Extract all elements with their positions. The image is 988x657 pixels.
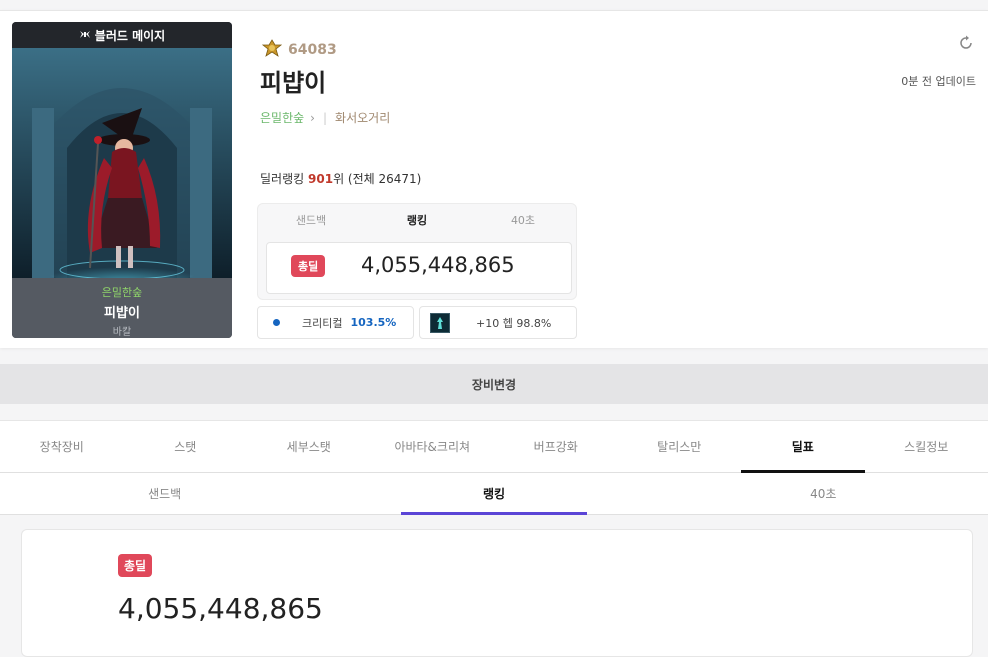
sub-tabs: 샌드백 랭킹 40초 xyxy=(0,473,988,515)
tab-damage-table[interactable]: 딜표 xyxy=(741,421,865,473)
wing-icon xyxy=(79,28,91,42)
adventure-info: 64083 xyxy=(261,39,337,61)
ranking-prefix: 딜러랭킹 xyxy=(260,172,305,186)
critical-value: 103.5% xyxy=(350,316,397,329)
critical-label: 크리티컬 xyxy=(302,316,343,330)
tab-buff-enhance[interactable]: 버프강화 xyxy=(494,421,618,472)
adventure-level: 64083 xyxy=(288,42,337,58)
mini-tab-40sec[interactable]: 40초 xyxy=(470,204,576,236)
tab-detail-stats[interactable]: 세부스탯 xyxy=(247,421,371,472)
tab-avatar-creature[interactable]: 아바타&크리쳐 xyxy=(371,421,495,472)
weapon-stat: +10 헵 98.8% xyxy=(419,306,577,339)
weapon-text: +10 헵 98.8% xyxy=(476,316,552,330)
sub-tab-sandbag[interactable]: 샌드백 xyxy=(0,473,329,514)
footer-server: 바칼 xyxy=(112,327,132,338)
total-damage-big-value: 4,055,448,865 xyxy=(118,592,323,625)
sub-tab-40sec[interactable]: 40초 xyxy=(659,473,988,514)
medal-icon xyxy=(261,39,283,61)
mini-tabs: 샌드백 랭킹 40초 xyxy=(258,204,576,236)
server-link[interactable]: 화서오거리 xyxy=(335,109,390,126)
total-damage-badge: 총딜 xyxy=(118,554,153,577)
total-damage-badge: 총딜 xyxy=(291,255,326,277)
ranking-suffix: 위 (전체 26471) xyxy=(333,172,422,186)
character-portrait[interactable]: 블러드 메이지 은밀한숲 피뱝이 바칼 xyxy=(12,22,232,338)
character-footer: 은밀한숲 피뱝이 바칼 xyxy=(12,278,232,338)
job-header: 블러드 메이지 xyxy=(12,22,232,48)
character-artwork xyxy=(12,48,232,278)
tab-stats[interactable]: 스탯 xyxy=(124,421,248,472)
tab-skill-info[interactable]: 스킬정보 xyxy=(865,421,988,472)
total-damage-card: 총딜 4,055,448,865 xyxy=(21,529,973,657)
chevron-right-icon: › xyxy=(310,110,315,125)
divider: | xyxy=(322,110,328,125)
weapon-icon xyxy=(430,312,450,333)
tab-equipment[interactable]: 장착장비 xyxy=(0,421,124,472)
job-name: 블러드 메이지 xyxy=(94,28,166,43)
profile-card: 블러드 메이지 은밀한숲 피뱝이 바칼 64083 피뱝이 은밀한숲 › | 화… xyxy=(0,10,988,348)
guild-link[interactable]: 은밀한숲 xyxy=(260,109,304,126)
dot-icon xyxy=(273,319,280,326)
footer-guild: 은밀한숲 xyxy=(101,286,143,299)
guild-server-row: 은밀한숲 › | 화서오거리 xyxy=(260,109,390,126)
mini-total-damage: 총딜 4,055,448,865 xyxy=(266,242,572,294)
ranking-number: 901 xyxy=(308,172,334,186)
update-time: 0분 전 업데이트 xyxy=(901,75,976,88)
character-name: 피뱝이 xyxy=(260,69,327,97)
refresh-icon[interactable] xyxy=(958,35,974,56)
mini-tab-ranking[interactable]: 랭킹 xyxy=(364,204,470,236)
dealer-ranking: 딜러랭킹 901위 (전체 26471) xyxy=(260,170,421,187)
equipment-change-button[interactable]: 장비변경 xyxy=(0,364,988,404)
tab-talisman[interactable]: 탈리스만 xyxy=(618,421,742,472)
damage-summary-box: 샌드백 랭킹 40초 총딜 4,055,448,865 xyxy=(257,203,577,300)
critical-stat: 크리티컬 103.5% xyxy=(257,306,414,339)
mini-tab-sandbag[interactable]: 샌드백 xyxy=(258,204,364,236)
total-damage-value: 4,055,448,865 xyxy=(361,253,515,277)
sub-tab-ranking[interactable]: 랭킹 xyxy=(329,473,658,515)
main-tabs: 장착장비 스탯 세부스탯 아바타&크리쳐 버프강화 탈리스만 딜표 스킬정보 xyxy=(0,420,988,473)
footer-name: 피뱝이 xyxy=(104,306,140,321)
